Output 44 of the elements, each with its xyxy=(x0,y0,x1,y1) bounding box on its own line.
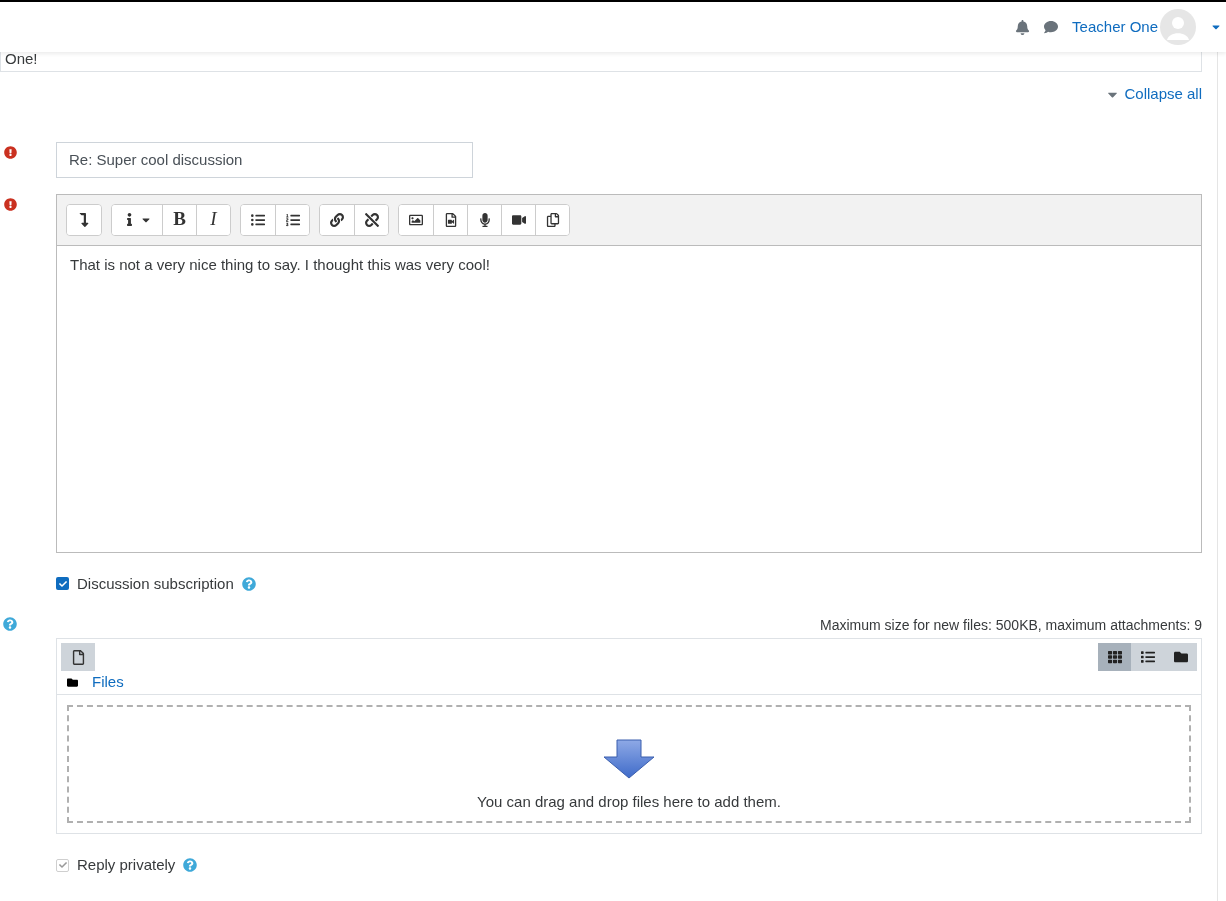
down-arrow-icon xyxy=(77,212,91,227)
toolbar-button[interactable] xyxy=(354,204,388,235)
user-name-link[interactable]: Teacher One xyxy=(1072,15,1158,39)
file-icon xyxy=(70,649,86,665)
numbered-list-icon xyxy=(285,212,300,227)
checkbox-label: Reply privately xyxy=(77,855,176,875)
microphone-icon xyxy=(477,212,492,227)
message-field[interactable]: That is not a very nice thing to say. I thought this was very cool! xyxy=(57,245,1201,552)
subject-field[interactable]: Re: Super cool discussion xyxy=(56,141,473,178)
check-icon xyxy=(58,579,67,588)
video-camera-icon xyxy=(511,212,526,227)
view-button[interactable] xyxy=(1164,643,1197,671)
help-icon[interactable] xyxy=(3,617,17,631)
down-arrow-icon xyxy=(603,738,655,779)
unlink-icon xyxy=(364,212,379,227)
messages-icon[interactable] xyxy=(1044,20,1059,34)
view-button[interactable] xyxy=(1131,643,1164,671)
checkbox[interactable] xyxy=(56,577,69,591)
check-icon xyxy=(58,861,67,870)
collapse-all-link[interactable]: Collapse all xyxy=(1124,83,1202,106)
drop-hint: You can drag and drop files here to add them. xyxy=(477,791,781,812)
files-path-link[interactable]: Files xyxy=(92,671,124,694)
post-text: One! xyxy=(5,50,38,68)
toolbar-button[interactable]: I xyxy=(196,204,230,235)
add-file-button[interactable] xyxy=(61,643,95,671)
toolbar-button[interactable] xyxy=(275,204,309,235)
media-file-icon xyxy=(443,212,458,227)
checkbox-label: Discussion subscription xyxy=(77,573,234,594)
drop-zone[interactable]: You can drag and drop files here to add them. xyxy=(67,705,1191,823)
file-limits-text: Maximum size for new files: 500KB, maximum attachments: 9 xyxy=(819,616,1202,635)
folder-icon xyxy=(1173,650,1188,664)
bullet-list-icon xyxy=(251,212,265,227)
grid-icon xyxy=(1107,650,1122,664)
help-icon[interactable] xyxy=(183,858,198,873)
notifications-icon[interactable] xyxy=(1015,19,1031,35)
toolbar-button[interactable] xyxy=(535,204,569,235)
list-icon xyxy=(1140,650,1155,664)
copy-icon xyxy=(545,212,560,227)
toolbar-button[interactable] xyxy=(67,204,101,235)
view-button[interactable] xyxy=(1098,643,1131,671)
folder-icon xyxy=(67,677,78,688)
help-icon[interactable] xyxy=(241,576,256,591)
image-icon xyxy=(409,212,423,227)
link-icon xyxy=(330,212,344,227)
